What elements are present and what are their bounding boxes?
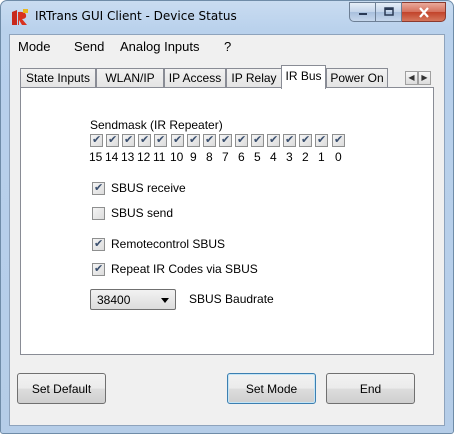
sendmask-bit-11-label: 11 [153, 150, 166, 164]
tab-strip: State Inputs WLAN/IP IP Access IP Relay … [20, 65, 434, 89]
sendmask-bit-14-checkbox[interactable] [106, 133, 119, 147]
caption-buttons [349, 2, 446, 22]
repeat-ir-codes-checkbox[interactable] [92, 262, 105, 276]
sendmask-bit-2-label: 2 [302, 150, 309, 164]
sendmask-bit-9-label: 9 [190, 150, 197, 164]
maximize-button[interactable] [376, 2, 402, 22]
sbus-receive-checkbox[interactable] [92, 181, 105, 195]
sendmask-label: Sendmask (IR Repeater) [90, 118, 223, 132]
sendmask-bit-4-checkbox[interactable] [267, 133, 280, 147]
tab-state-inputs[interactable]: State Inputs [20, 68, 96, 88]
set-mode-button[interactable]: Set Mode [227, 373, 316, 404]
tab-ip-relay[interactable]: IP Relay [226, 68, 282, 88]
sendmask-bit-5-label: 5 [254, 150, 261, 164]
window-title: IRTrans GUI Client - Device Status [35, 9, 237, 23]
chevron-right-icon: ▶ [421, 73, 428, 82]
sendmask-bit-14-label: 14 [105, 150, 119, 164]
baudrate-value: 38400 [97, 293, 131, 307]
menu-bar: Mode Send Analog Inputs ? [10, 35, 444, 57]
tab-scroll-right-button[interactable]: ▶ [418, 71, 431, 85]
sendmask-bit-1-label: 1 [318, 150, 325, 164]
minimize-button[interactable] [349, 2, 376, 22]
sendmask-bit-0-checkbox[interactable] [332, 133, 345, 147]
sbus-receive-label: SBUS receive [111, 181, 186, 195]
tab-power-on[interactable]: Power On [326, 68, 388, 88]
sendmask-bit-8-checkbox[interactable] [203, 133, 216, 147]
tab-ip-access[interactable]: IP Access [164, 68, 226, 88]
baudrate-label: SBUS Baudrate [189, 292, 274, 306]
app-window: IRTrans GUI Client - Device Status Mode … [0, 0, 454, 434]
tab-ir-bus[interactable]: IR Bus [281, 65, 326, 89]
chevron-left-icon: ◀ [408, 73, 415, 82]
sendmask-bit-11-checkbox[interactable] [154, 133, 167, 147]
maximize-icon [383, 7, 394, 16]
sendmask-bit-6-label: 6 [238, 150, 245, 164]
close-button[interactable] [402, 2, 446, 22]
sendmask-bit-13-label: 13 [121, 150, 135, 164]
sendmask-bit-6-checkbox[interactable] [235, 133, 248, 147]
sendmask-bit-1-checkbox[interactable] [315, 133, 328, 147]
sendmask-bit-8-label: 8 [206, 150, 213, 164]
sbus-send-checkbox[interactable] [92, 207, 105, 220]
sendmask-bit-7-label: 7 [222, 150, 229, 164]
menu-mode[interactable]: Mode [18, 39, 51, 54]
menu-send[interactable]: Send [74, 39, 104, 54]
irtrans-app-icon [12, 9, 28, 25]
sendmask-bit-5-checkbox[interactable] [251, 133, 264, 147]
title-bar[interactable]: IRTrans GUI Client - Device Status [1, 1, 453, 33]
client-area: Mode Send Analog Inputs ? State Inputs W… [9, 34, 445, 426]
baudrate-select[interactable]: 38400 [90, 289, 176, 310]
set-default-button[interactable]: Set Default [17, 373, 106, 404]
minimize-icon [358, 13, 367, 15]
remotecontrol-sbus-label: Remotecontrol SBUS [111, 237, 226, 251]
sbus-send-label: SBUS send [111, 206, 174, 220]
sendmask-bit-3-label: 3 [286, 150, 293, 164]
menu-help[interactable]: ? [224, 39, 231, 54]
sendmask-bit-4-label: 4 [270, 150, 277, 164]
chevron-down-icon [161, 298, 169, 303]
ir-bus-panel [20, 87, 434, 355]
sendmask-bit-12-checkbox[interactable] [138, 133, 151, 147]
sendmask-bit-7-checkbox[interactable] [219, 133, 232, 147]
tab-scroll-left-button[interactable]: ◀ [405, 71, 418, 85]
sendmask-bit-2-checkbox[interactable] [299, 133, 312, 147]
sendmask-bit-9-checkbox[interactable] [187, 133, 200, 147]
sendmask-bit-0-label: 0 [335, 150, 342, 164]
end-button[interactable]: End [326, 373, 415, 404]
sendmask-bit-12-label: 12 [137, 150, 151, 164]
sendmask-bit-10-label: 10 [170, 150, 184, 164]
repeat-ir-codes-label: Repeat IR Codes via SBUS [111, 262, 258, 276]
sendmask-bit-10-checkbox[interactable] [171, 133, 184, 147]
remotecontrol-sbus-checkbox[interactable] [92, 237, 105, 251]
tab-wlan-ip[interactable]: WLAN/IP [96, 68, 164, 88]
close-icon [418, 6, 429, 18]
menu-analog-inputs[interactable]: Analog Inputs [120, 39, 200, 54]
sendmask-bit-15-checkbox[interactable] [90, 133, 103, 147]
sendmask-bit-15-label: 15 [89, 150, 103, 164]
sendmask-bit-13-checkbox[interactable] [122, 133, 135, 147]
sendmask-bit-3-checkbox[interactable] [283, 133, 296, 147]
